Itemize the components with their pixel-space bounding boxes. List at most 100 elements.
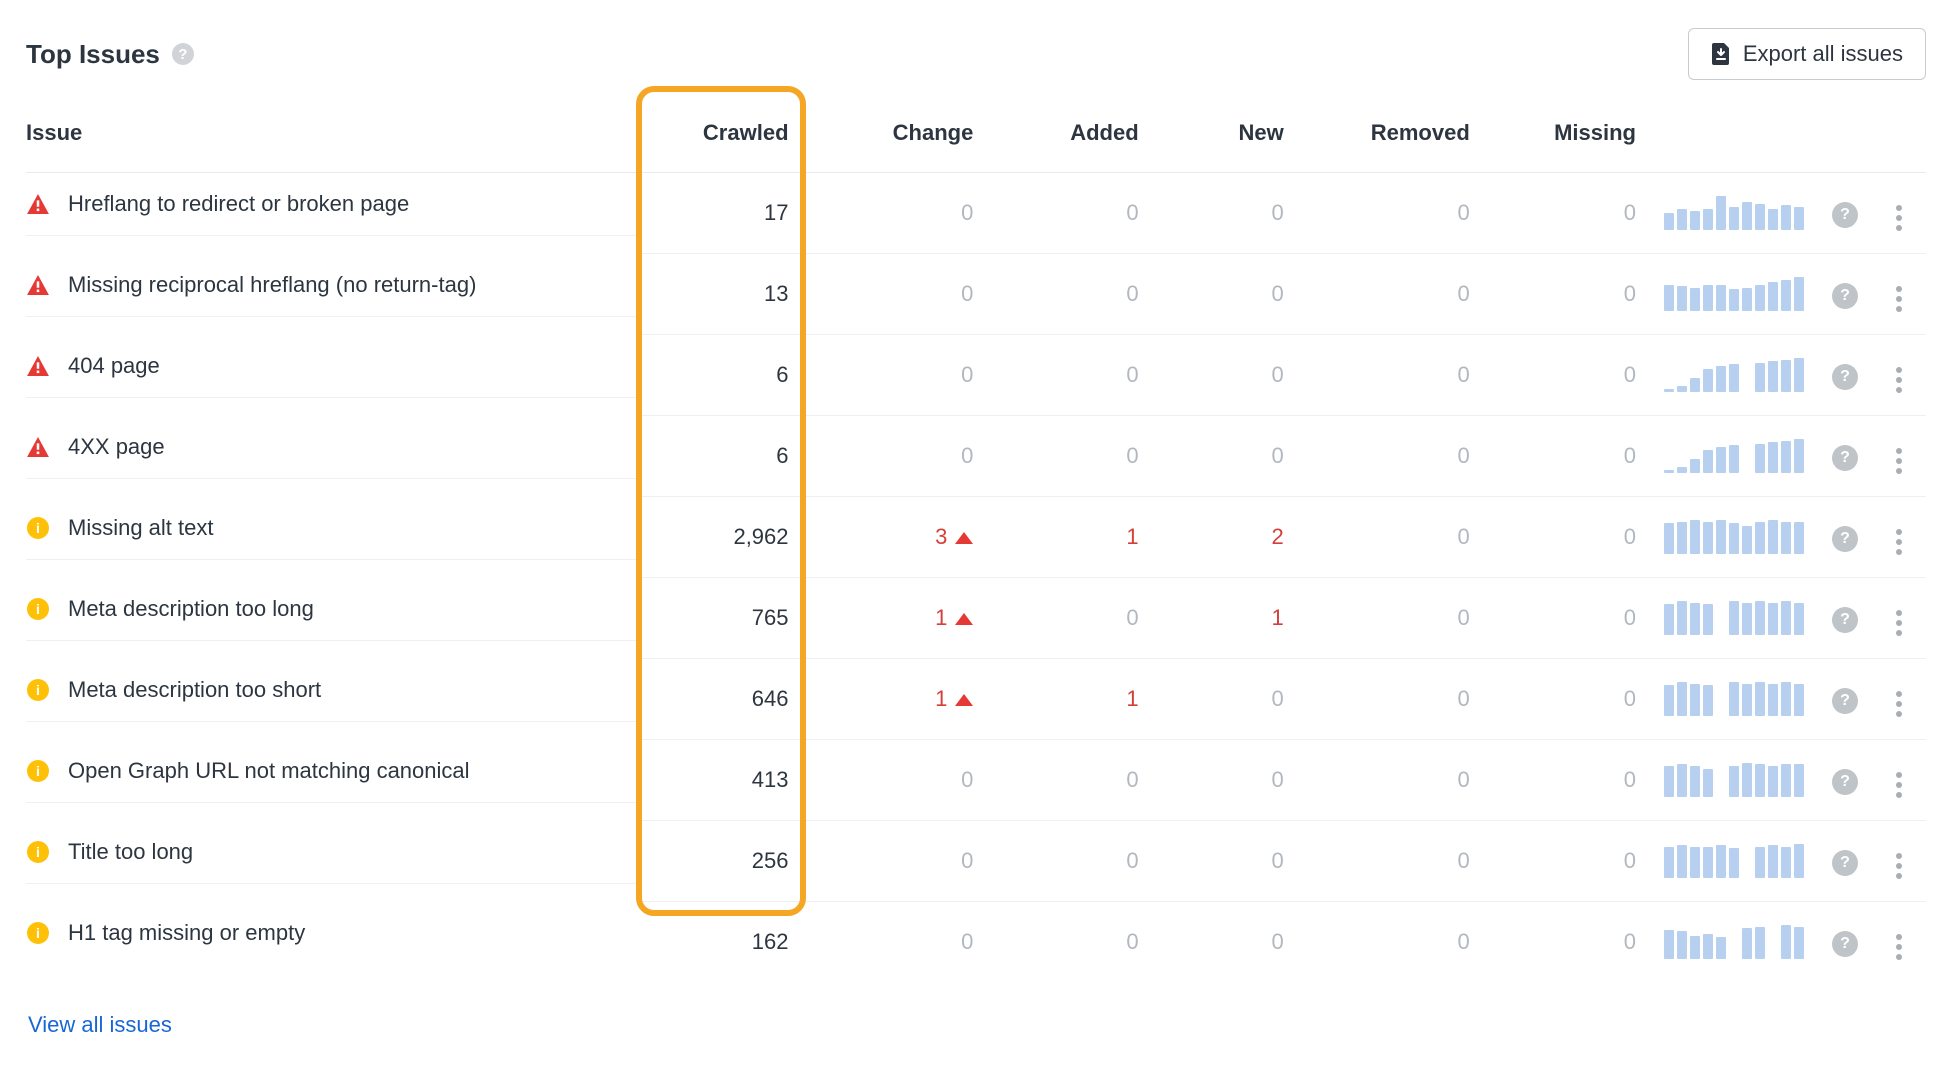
added-cell: 1 [987, 497, 1152, 578]
sparkline-cell [1650, 254, 1818, 335]
issue-cell[interactable]: iMissing alt text [26, 497, 636, 560]
issue-cell[interactable]: 4XX page [26, 416, 636, 479]
crawled-cell: 162 [636, 902, 802, 983]
sparkline-cell [1650, 335, 1818, 416]
change-cell: 0 [803, 902, 988, 983]
removed-cell: 0 [1298, 416, 1484, 497]
change-cell: 0 [803, 254, 988, 335]
issue-name: Open Graph URL not matching canonical [68, 758, 470, 784]
col-missing[interactable]: Missing [1484, 120, 1650, 173]
row-help-icon[interactable]: ? [1832, 688, 1858, 714]
crawled-cell: 646 [636, 659, 802, 740]
issue-name: Meta description too short [68, 677, 321, 703]
row-help-icon[interactable]: ? [1832, 445, 1858, 471]
row-menu-icon[interactable] [1886, 282, 1912, 316]
issue-name: 4XX page [68, 434, 165, 460]
issue-cell[interactable]: i Meta description too short [26, 659, 636, 722]
trend-up-icon [955, 532, 973, 544]
title-help-icon[interactable]: ? [172, 43, 194, 65]
col-new[interactable]: New [1153, 120, 1298, 173]
table-row: iTitle too long25600000? [26, 821, 1926, 902]
crawled-cell: 17 [636, 173, 802, 254]
sparkline-chart [1664, 925, 1804, 959]
issue-cell[interactable]: Missing reciprocal hreflang (no return-t… [26, 254, 636, 317]
removed-cell: 0 [1298, 578, 1484, 659]
issue-name: Title too long [68, 839, 193, 865]
missing-cell: 0 [1484, 497, 1650, 578]
warning-circle-icon: i [26, 841, 50, 863]
new-cell: 0 [1153, 659, 1298, 740]
row-menu-icon[interactable] [1886, 363, 1912, 397]
sparkline-cell [1650, 902, 1818, 983]
crawled-cell: 6 [636, 335, 802, 416]
table-row: iMissing alt text2,96231200? [26, 497, 1926, 578]
row-menu-icon[interactable] [1886, 444, 1912, 478]
added-cell: 0 [987, 578, 1152, 659]
missing-cell: 0 [1484, 416, 1650, 497]
sparkline-cell [1650, 578, 1818, 659]
crawled-cell: 13 [636, 254, 802, 335]
new-cell: 0 [1153, 173, 1298, 254]
added-cell: 0 [987, 173, 1152, 254]
issue-cell[interactable]: i Open Graph URL not matching canonical [26, 740, 636, 803]
new-cell: 0 [1153, 740, 1298, 821]
sparkline-chart [1664, 439, 1804, 473]
table-row: Missing reciprocal hreflang (no return-t… [26, 254, 1926, 335]
col-crawled[interactable]: Crawled [636, 120, 802, 173]
missing-cell: 0 [1484, 821, 1650, 902]
issue-cell[interactable]: iH1 tag missing or empty [26, 902, 636, 964]
crawled-cell: 6 [636, 416, 802, 497]
col-added[interactable]: Added [987, 120, 1152, 173]
new-cell: 2 [1153, 497, 1298, 578]
error-triangle-icon [26, 194, 50, 214]
export-all-button[interactable]: Export all issues [1688, 28, 1926, 80]
issue-cell[interactable]: iMeta description too long [26, 578, 636, 641]
view-all-issues-link[interactable]: View all issues [28, 1012, 172, 1037]
sparkline-cell [1650, 821, 1818, 902]
warning-circle-icon: i [26, 517, 50, 539]
removed-cell: 0 [1298, 497, 1484, 578]
row-menu-icon[interactable] [1886, 849, 1912, 883]
sparkline-chart [1664, 520, 1804, 554]
issue-cell[interactable]: 404 page [26, 335, 636, 398]
row-help-icon[interactable]: ? [1832, 931, 1858, 957]
added-cell: 1 [987, 659, 1152, 740]
missing-cell: 0 [1484, 902, 1650, 983]
error-triangle-icon [26, 275, 50, 295]
crawled-cell: 2,962 [636, 497, 802, 578]
change-cell: 0 [803, 821, 988, 902]
issues-table: Issue Crawled Change Added New Removed M… [26, 120, 1926, 982]
warning-circle-icon: i [26, 760, 50, 782]
row-menu-icon[interactable] [1886, 930, 1912, 964]
warning-circle-icon: i [26, 679, 50, 701]
row-menu-icon[interactable] [1886, 768, 1912, 802]
row-menu-icon[interactable] [1886, 201, 1912, 235]
row-help-icon[interactable]: ? [1832, 526, 1858, 552]
sparkline-cell [1650, 416, 1818, 497]
issue-cell[interactable]: Hreflang to redirect or broken page [26, 173, 636, 236]
row-help-icon[interactable]: ? [1832, 850, 1858, 876]
col-removed[interactable]: Removed [1298, 120, 1484, 173]
sparkline-cell [1650, 659, 1818, 740]
removed-cell: 0 [1298, 821, 1484, 902]
row-help-icon[interactable]: ? [1832, 364, 1858, 390]
missing-cell: 0 [1484, 659, 1650, 740]
missing-cell: 0 [1484, 173, 1650, 254]
new-cell: 1 [1153, 578, 1298, 659]
row-help-icon[interactable]: ? [1832, 202, 1858, 228]
sparkline-chart [1664, 682, 1804, 716]
row-help-icon[interactable]: ? [1832, 607, 1858, 633]
page-title: Top Issues [26, 39, 160, 70]
row-help-icon[interactable]: ? [1832, 769, 1858, 795]
issue-cell[interactable]: i Title too long [26, 821, 636, 884]
new-cell: 0 [1153, 821, 1298, 902]
col-issue[interactable]: Issue [26, 120, 636, 173]
row-menu-icon[interactable] [1886, 687, 1912, 721]
row-menu-icon[interactable] [1886, 525, 1912, 559]
row-menu-icon[interactable] [1886, 606, 1912, 640]
row-help-icon[interactable]: ? [1832, 283, 1858, 309]
missing-cell: 0 [1484, 254, 1650, 335]
issue-name: Hreflang to redirect or broken page [68, 191, 409, 217]
change-cell: 3 [803, 497, 988, 578]
col-change[interactable]: Change [803, 120, 988, 173]
